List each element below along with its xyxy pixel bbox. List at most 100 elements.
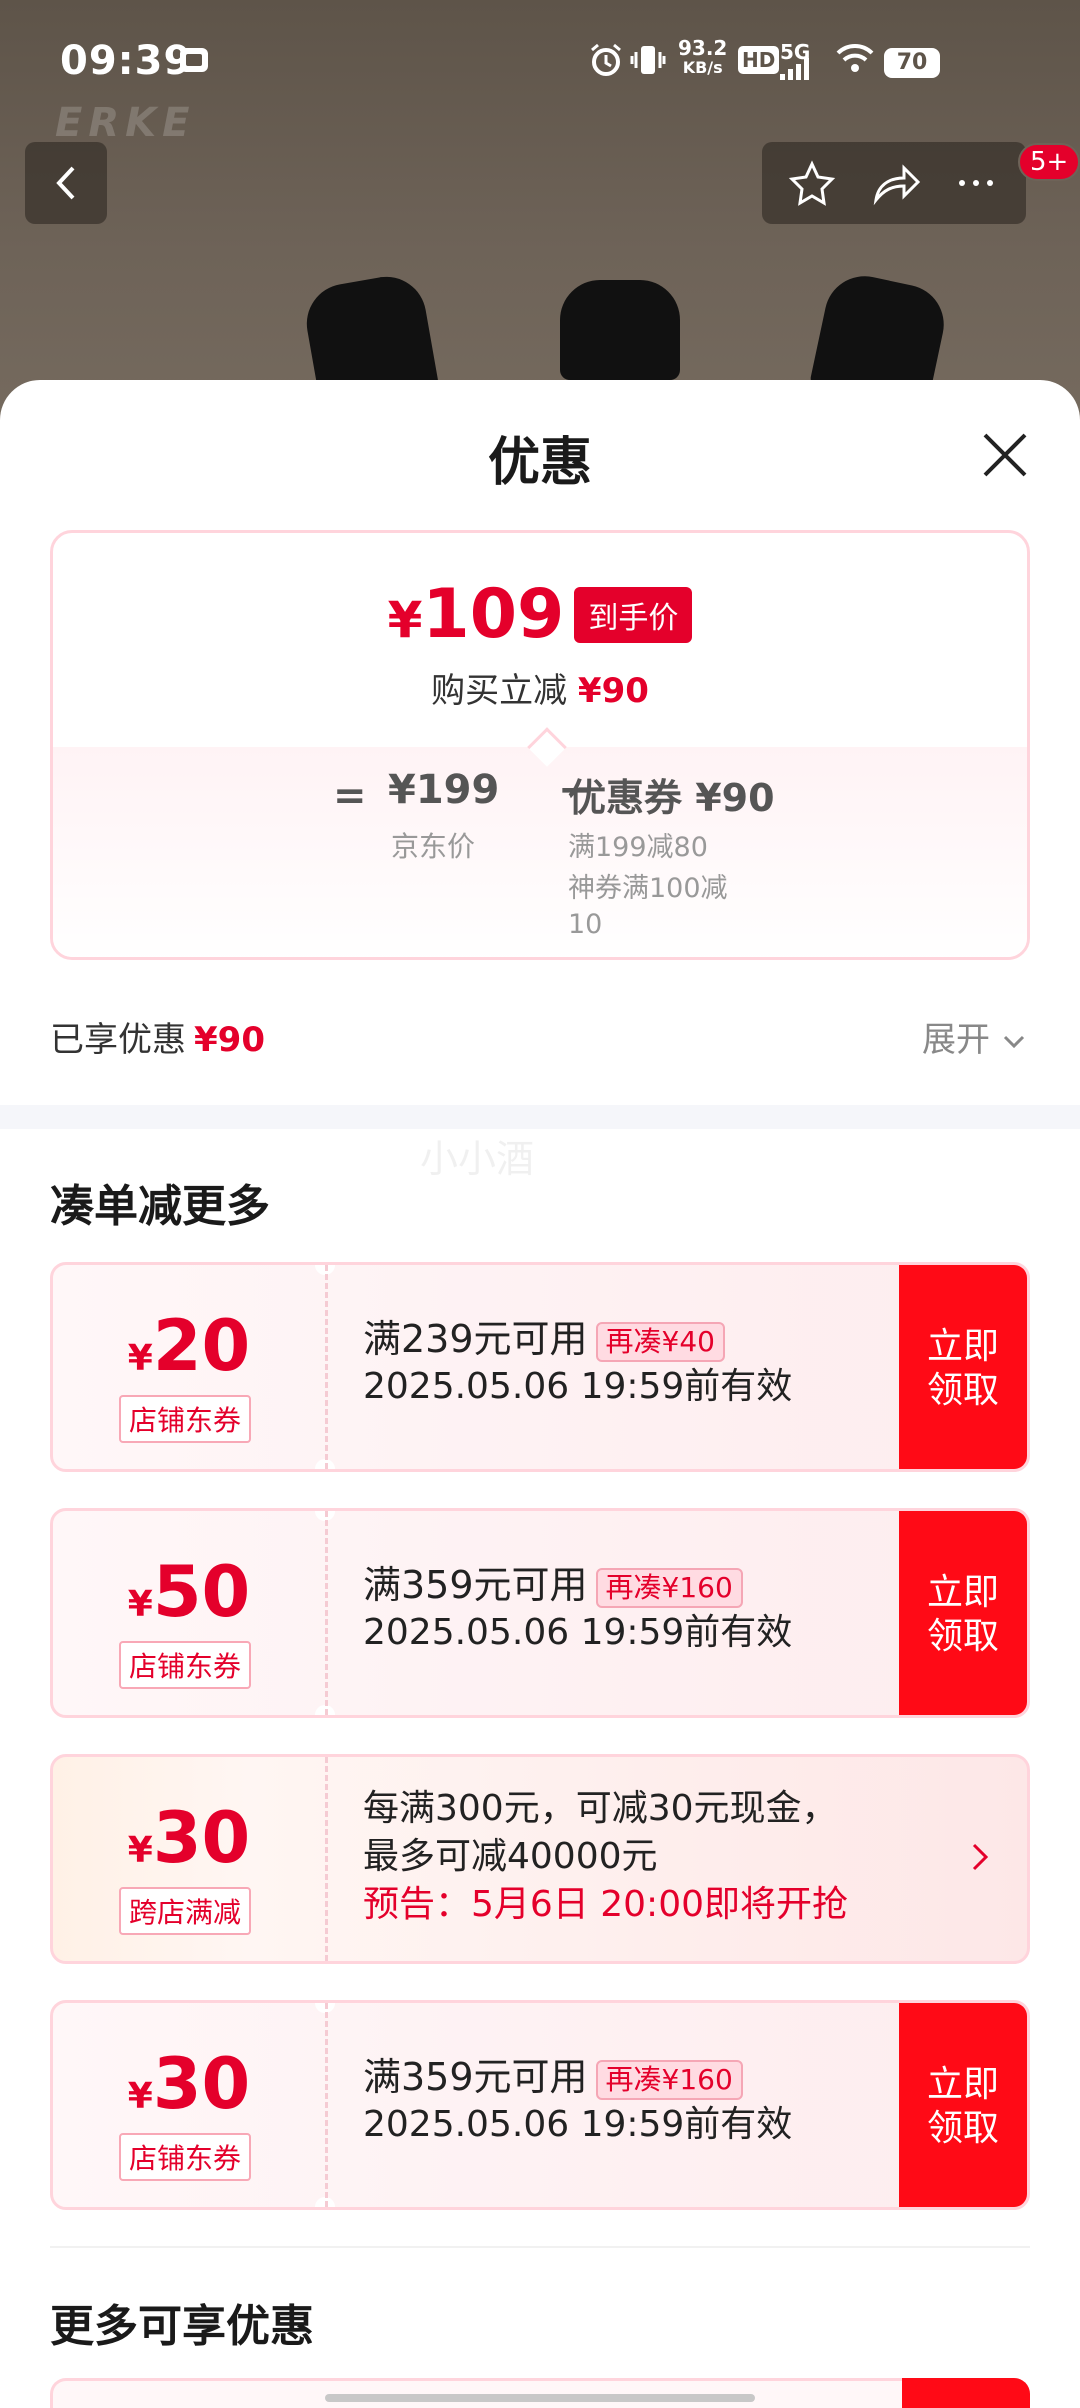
status-time: 09:39 [60, 38, 193, 84]
coupon-body: 每满300元，可减30元现金， 最多可减40000元 预告：5月6日 20:00… [363, 1785, 983, 1929]
price-breakdown-card: ¥109 到手价 购买立减 ¥90 = ¥199 京东价 − 优惠券 ¥90 满1… [50, 530, 1030, 960]
favorite-button[interactable] [772, 142, 852, 224]
equals-sign: = [333, 773, 367, 819]
coupon-card: ¥20 店铺东券 满239元可用 再凑¥40 2025.05.06 19:59前有… [50, 1262, 1030, 1472]
instant-discount-value: ¥90 [577, 671, 649, 711]
coupon-amount: ¥30 [53, 1797, 325, 1879]
final-price: 109 [422, 575, 565, 654]
coupon-symbol: ¥ [127, 1830, 153, 1871]
more-button[interactable] [936, 142, 1016, 224]
coupon-gap-pill: 再凑¥160 [595, 2059, 743, 2100]
chevron-right-icon [968, 1837, 992, 1887]
section-title-more-available: 更多可享优惠 [50, 2301, 314, 2352]
claim-label: 立即领取 [926, 2064, 999, 2149]
coupon-validity: 2025.05.06 19:59前有效 [363, 2104, 793, 2145]
coupon-validity: 2025.05.06 19:59前有效 [363, 1366, 793, 1407]
vibrate-icon [630, 42, 666, 85]
coupon-condition: 满239元可用 [363, 1317, 588, 1361]
close-button[interactable] [975, 425, 1035, 485]
instant-discount-row: 购买立减 ¥90 [53, 663, 1027, 712]
enjoyed-discount-row: 已享优惠 ¥90 [50, 1012, 265, 1061]
coupon-condition: 满359元可用 [363, 1563, 588, 1607]
status-bar: 09:39 93.2 KB/s HD 5G 70 [0, 0, 1080, 125]
coupon-value-area: ¥20 店铺东券 [53, 1265, 325, 1469]
more-dots-icon [959, 180, 993, 186]
coupon-type: 跨店满减 [119, 1887, 252, 1935]
notification-badge: 5+ [1018, 143, 1080, 181]
product-shoe-center [560, 280, 680, 380]
coupon-detail-2: 神券满100减10 [568, 873, 728, 940]
divider [50, 2246, 1030, 2248]
coupon-amount-value: 50 [152, 1551, 251, 1633]
next-coupon-peek [50, 2378, 1030, 2408]
coupon-value-area: ¥30 跨店满减 [53, 1757, 325, 1961]
home-indicator[interactable] [325, 2394, 755, 2402]
coupon-amount: ¥50 [53, 1551, 325, 1633]
coupon-body: 满359元可用 再凑¥160 2025.05.06 19:59前有效 [363, 2053, 923, 2149]
claim-label: 立即领取 [926, 1326, 999, 1411]
price-breakdown-lower [53, 747, 1027, 957]
promo-line-2: 最多可减40000元 [363, 1836, 658, 1877]
enjoyed-value: ¥90 [194, 1020, 265, 1060]
coupon-amount-value: 30 [152, 2043, 251, 2125]
promo-preview: 预告：5月6日 20:00即将开抢 [363, 1884, 848, 1925]
claim-label: 立即领取 [926, 1572, 999, 1657]
share-icon [873, 164, 921, 206]
coupon-total: 优惠券 ¥90 [568, 776, 775, 820]
watermark-text: 小小酒 [420, 1137, 535, 1181]
coupon-value-area: ¥50 店铺东券 [53, 1511, 325, 1715]
coupon-card: ¥30 店铺东券 满359元可用 再凑¥160 2025.05.06 19:59前… [50, 2000, 1030, 2210]
speed-value: 93.2 [678, 36, 728, 60]
coupon-detail-1: 满199减80 [568, 832, 708, 863]
final-price-tag: 到手价 [574, 587, 693, 643]
coupon-condition-row: 满359元可用 再凑¥160 [363, 1561, 923, 1609]
chevron-down-icon [1003, 1035, 1024, 1049]
coupon-symbol: ¥ [127, 1584, 153, 1625]
star-icon [788, 160, 836, 206]
coupon-condition-row: 满239元可用 再凑¥40 [363, 1315, 923, 1363]
next-coupon-action-peek [902, 2378, 1030, 2408]
chevron-left-icon [56, 166, 75, 200]
expand-label: 展开 [922, 1020, 990, 1060]
screen-record-icon [178, 44, 210, 83]
coupon-amount-value: 30 [152, 1797, 251, 1879]
jd-price: ¥199 [388, 767, 500, 813]
claim-coupon-button[interactable]: 立即领取 [899, 1511, 1027, 1715]
coupon-separator [325, 2003, 328, 2207]
claim-coupon-button[interactable]: 立即领取 [899, 1265, 1027, 1469]
speed-unit: KB/s [682, 58, 723, 77]
wifi-icon [836, 42, 874, 81]
back-button[interactable] [25, 142, 107, 224]
coupon-gap-pill: 再凑¥160 [595, 1567, 743, 1608]
coupon-type: 店铺东券 [119, 2133, 252, 2181]
coupon-card: ¥50 店铺东券 满359元可用 再凑¥160 2025.05.06 19:59前… [50, 1508, 1030, 1718]
network-speed: 93.2 KB/s [678, 38, 727, 78]
coupon-amount: ¥30 [53, 2043, 325, 2125]
coupon-gap-pill: 再凑¥40 [595, 1321, 725, 1362]
close-icon [983, 433, 1027, 477]
coupon-condition-row: 满359元可用 再凑¥160 [363, 2053, 923, 2101]
coupon-amount: ¥20 [53, 1305, 325, 1387]
coupon-separator [325, 1511, 328, 1715]
expand-button[interactable]: 展开 [922, 1012, 1027, 1061]
coupon-separator [325, 1265, 328, 1469]
section-title-more-discounts: 凑单减更多 [50, 1181, 270, 1232]
coupon-amount-value: 20 [152, 1305, 251, 1387]
share-button[interactable] [854, 142, 934, 224]
coupon-type: 店铺东券 [119, 1641, 252, 1689]
battery-indicator: 70 [884, 48, 940, 78]
top-actions-group [762, 142, 1026, 224]
final-price-symbol: ¥ [387, 591, 423, 649]
final-price-row: ¥109 到手价 [53, 575, 1027, 654]
cross-store-promo-card[interactable]: ¥30 跨店满减 每满300元，可减30元现金， 最多可减40000元 预告：5… [50, 1754, 1030, 1964]
coupon-body: 满239元可用 再凑¥40 2025.05.06 19:59前有效 [363, 1315, 923, 1411]
claim-coupon-button[interactable]: 立即领取 [899, 2003, 1027, 2207]
promo-line-1: 每满300元，可减30元现金， [363, 1788, 838, 1829]
instant-discount-label: 购买立减 [431, 671, 568, 711]
alarm-icon [588, 42, 624, 85]
coupon-symbol: ¥ [127, 2076, 153, 2117]
sheet-title: 优惠 [487, 433, 592, 493]
coupon-type: 店铺东券 [119, 1395, 252, 1443]
signal-icon [780, 54, 810, 87]
coupon-body: 满359元可用 再凑¥160 2025.05.06 19:59前有效 [363, 1561, 923, 1657]
